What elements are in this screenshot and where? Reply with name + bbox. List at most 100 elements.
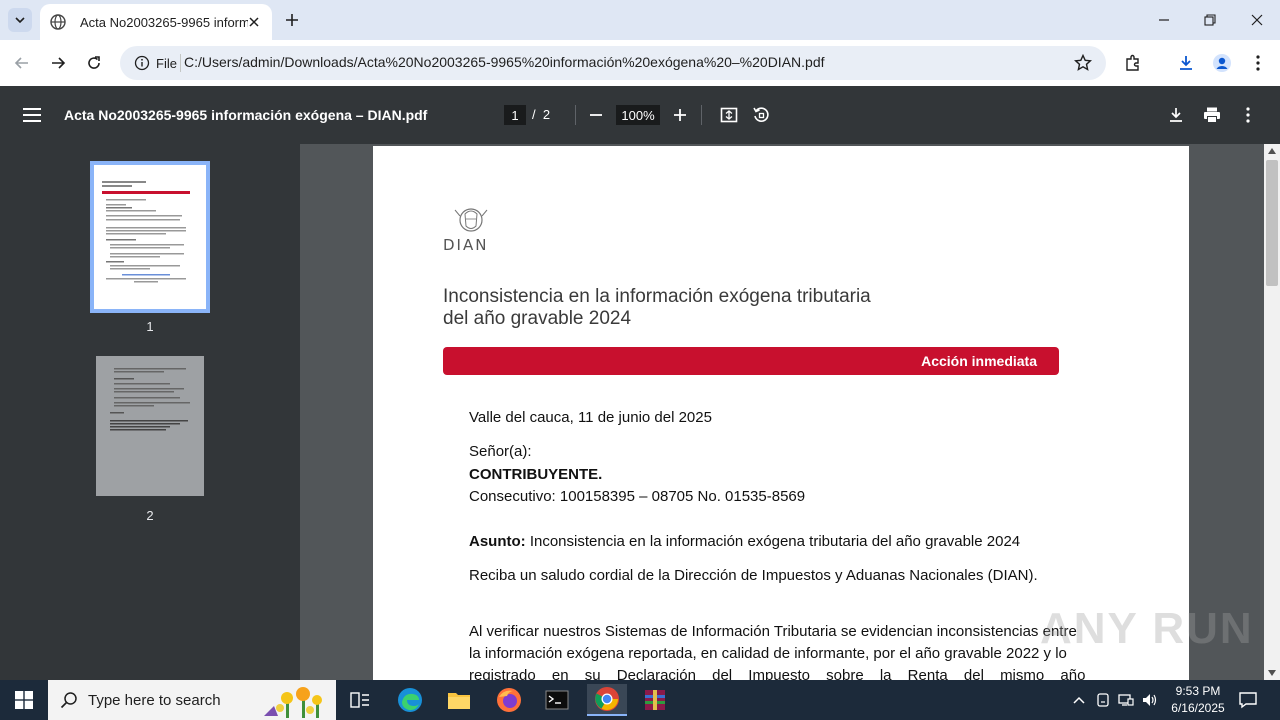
minus-icon [590, 114, 602, 116]
chevron-down-icon [15, 17, 25, 24]
clock-date: 6/16/2025 [1171, 701, 1225, 715]
speaker-icon [1143, 694, 1157, 706]
tab-search-button[interactable] [8, 8, 32, 32]
scroll-down-arrow-icon[interactable] [1268, 670, 1276, 676]
chrome-icon [595, 687, 619, 711]
folder-icon [448, 693, 470, 709]
page-thumbnail-2[interactable] [96, 356, 204, 496]
zoom-out-button[interactable] [586, 105, 606, 125]
task-view-icon [350, 692, 369, 708]
anyrun-watermark: ANY RUN [1040, 604, 1254, 653]
device-icon [1097, 693, 1109, 707]
downloads-button[interactable] [1174, 51, 1198, 75]
subject-label: Asunto: [469, 533, 526, 550]
file-explorer-taskbar-icon[interactable] [439, 684, 479, 716]
network-tray-button[interactable] [1117, 690, 1135, 710]
tab-strip: Acta No2003265-9965 información exógena … [0, 0, 1280, 40]
more-vertical-icon [1246, 107, 1250, 123]
minimize-icon [1159, 19, 1169, 21]
page-number-input[interactable]: 1 [504, 105, 526, 125]
print-button[interactable] [1202, 105, 1222, 125]
logo-text: DIAN [443, 236, 489, 254]
new-tab-button[interactable] [282, 10, 302, 30]
volume-tray-button[interactable] [1141, 690, 1159, 710]
printer-icon [1204, 107, 1220, 123]
close-icon [1251, 14, 1263, 26]
plus-icon [674, 109, 686, 121]
chevron-up-icon [1073, 696, 1085, 704]
network-icon [1118, 694, 1134, 706]
close-icon [249, 17, 259, 27]
thumbnail-sidebar: 1 2 [0, 144, 300, 680]
restore-icon [1204, 14, 1216, 26]
tab-close-button[interactable] [246, 14, 262, 30]
banner-text: Acción inmediata [921, 353, 1037, 369]
pdf-download-button[interactable] [1166, 105, 1186, 125]
back-button[interactable] [10, 51, 34, 75]
firefox-taskbar-icon[interactable] [489, 684, 529, 716]
more-vertical-icon [1256, 55, 1260, 71]
forward-button[interactable] [46, 51, 70, 75]
page-thumbnail-1[interactable] [90, 161, 210, 313]
reload-button[interactable] [82, 51, 106, 75]
heading-line: del año gravable 2024 [443, 308, 632, 329]
address-bar[interactable]: File C:/Users/admin/Downloads/Acta%20No2… [120, 46, 1106, 80]
thumbnail-preview [110, 368, 190, 431]
fit-page-button[interactable] [719, 105, 739, 125]
windows-logo-icon [15, 691, 33, 709]
hamburger-menu-icon[interactable] [22, 106, 42, 124]
download-icon [1170, 108, 1182, 122]
zoom-input[interactable]: 100% [616, 105, 660, 125]
total-pages: 2 [542, 107, 551, 122]
chip-divider [180, 54, 181, 72]
globe-icon [50, 14, 66, 30]
edge-taskbar-icon[interactable] [390, 684, 430, 716]
page-count: / 2 [532, 107, 550, 122]
restore-button[interactable] [1200, 10, 1220, 30]
clock-time: 9:53 PM [1175, 684, 1221, 698]
taskbar-search[interactable]: Type here to search [48, 680, 336, 720]
notification-icon[interactable] [1238, 690, 1258, 710]
taskbar-clock[interactable]: 9:53 PM 6/16/2025 [1160, 683, 1236, 717]
puzzle-icon [1126, 54, 1139, 71]
chip-label: File [156, 55, 177, 71]
windows-taskbar: Type here to search 9:53 PM 6/16/2025 [0, 680, 1280, 720]
rotate-button[interactable] [751, 105, 771, 125]
subject-text: Inconsistencia en la información exógena… [525, 533, 1021, 550]
arrow-left-icon [14, 57, 28, 69]
bookmark-star-icon[interactable] [1074, 54, 1092, 72]
profile-button[interactable] [1210, 51, 1234, 75]
start-button[interactable] [0, 680, 48, 720]
tray-device-icon-button[interactable] [1094, 690, 1112, 710]
archive-icon [645, 690, 665, 710]
thumbnail-preview [102, 181, 190, 283]
extensions-button[interactable] [1121, 51, 1145, 75]
task-view-button[interactable] [340, 684, 380, 716]
browser-toolbar: File C:/Users/admin/Downloads/Acta%20No2… [0, 40, 1280, 86]
paragraph-line: registrado en su Declaración del Impuest… [469, 667, 1086, 680]
scroll-up-arrow-icon[interactable] [1268, 148, 1276, 154]
tab-title: Acta No2003265-9965 información exógena … [80, 14, 248, 30]
fit-to-page-icon [720, 107, 738, 123]
minimize-button[interactable] [1154, 10, 1174, 30]
pdf-viewport[interactable]: DIAN Inconsistencia en la información ex… [300, 144, 1264, 680]
chrome-taskbar-icon[interactable] [587, 684, 627, 716]
zoom-in-button[interactable] [670, 105, 690, 125]
browser-tab[interactable]: Acta No2003265-9965 información exógena … [40, 4, 272, 40]
scrollbar-thumb[interactable] [1266, 160, 1278, 286]
toolbar-divider [575, 105, 576, 125]
document-heading: Inconsistencia en la información exógena… [443, 286, 943, 330]
vertical-scrollbar[interactable] [1264, 144, 1280, 680]
terminal-taskbar-icon[interactable] [537, 684, 577, 716]
action-banner: Acción inmediata [443, 347, 1059, 375]
close-window-button[interactable] [1247, 10, 1267, 30]
browser-menu-button[interactable] [1246, 51, 1270, 75]
download-icon [1180, 56, 1192, 70]
toolbar-divider [701, 105, 702, 125]
url-text[interactable]: C:/Users/admin/Downloads/Acta%20No200326… [184, 54, 825, 70]
winrar-taskbar-icon[interactable] [635, 684, 675, 716]
pdf-more-button[interactable] [1238, 105, 1258, 125]
site-info-chip[interactable]: File [126, 50, 185, 76]
show-hidden-icons-button[interactable] [1070, 690, 1088, 710]
heading-line: Inconsistencia en la información exógena… [443, 286, 871, 307]
